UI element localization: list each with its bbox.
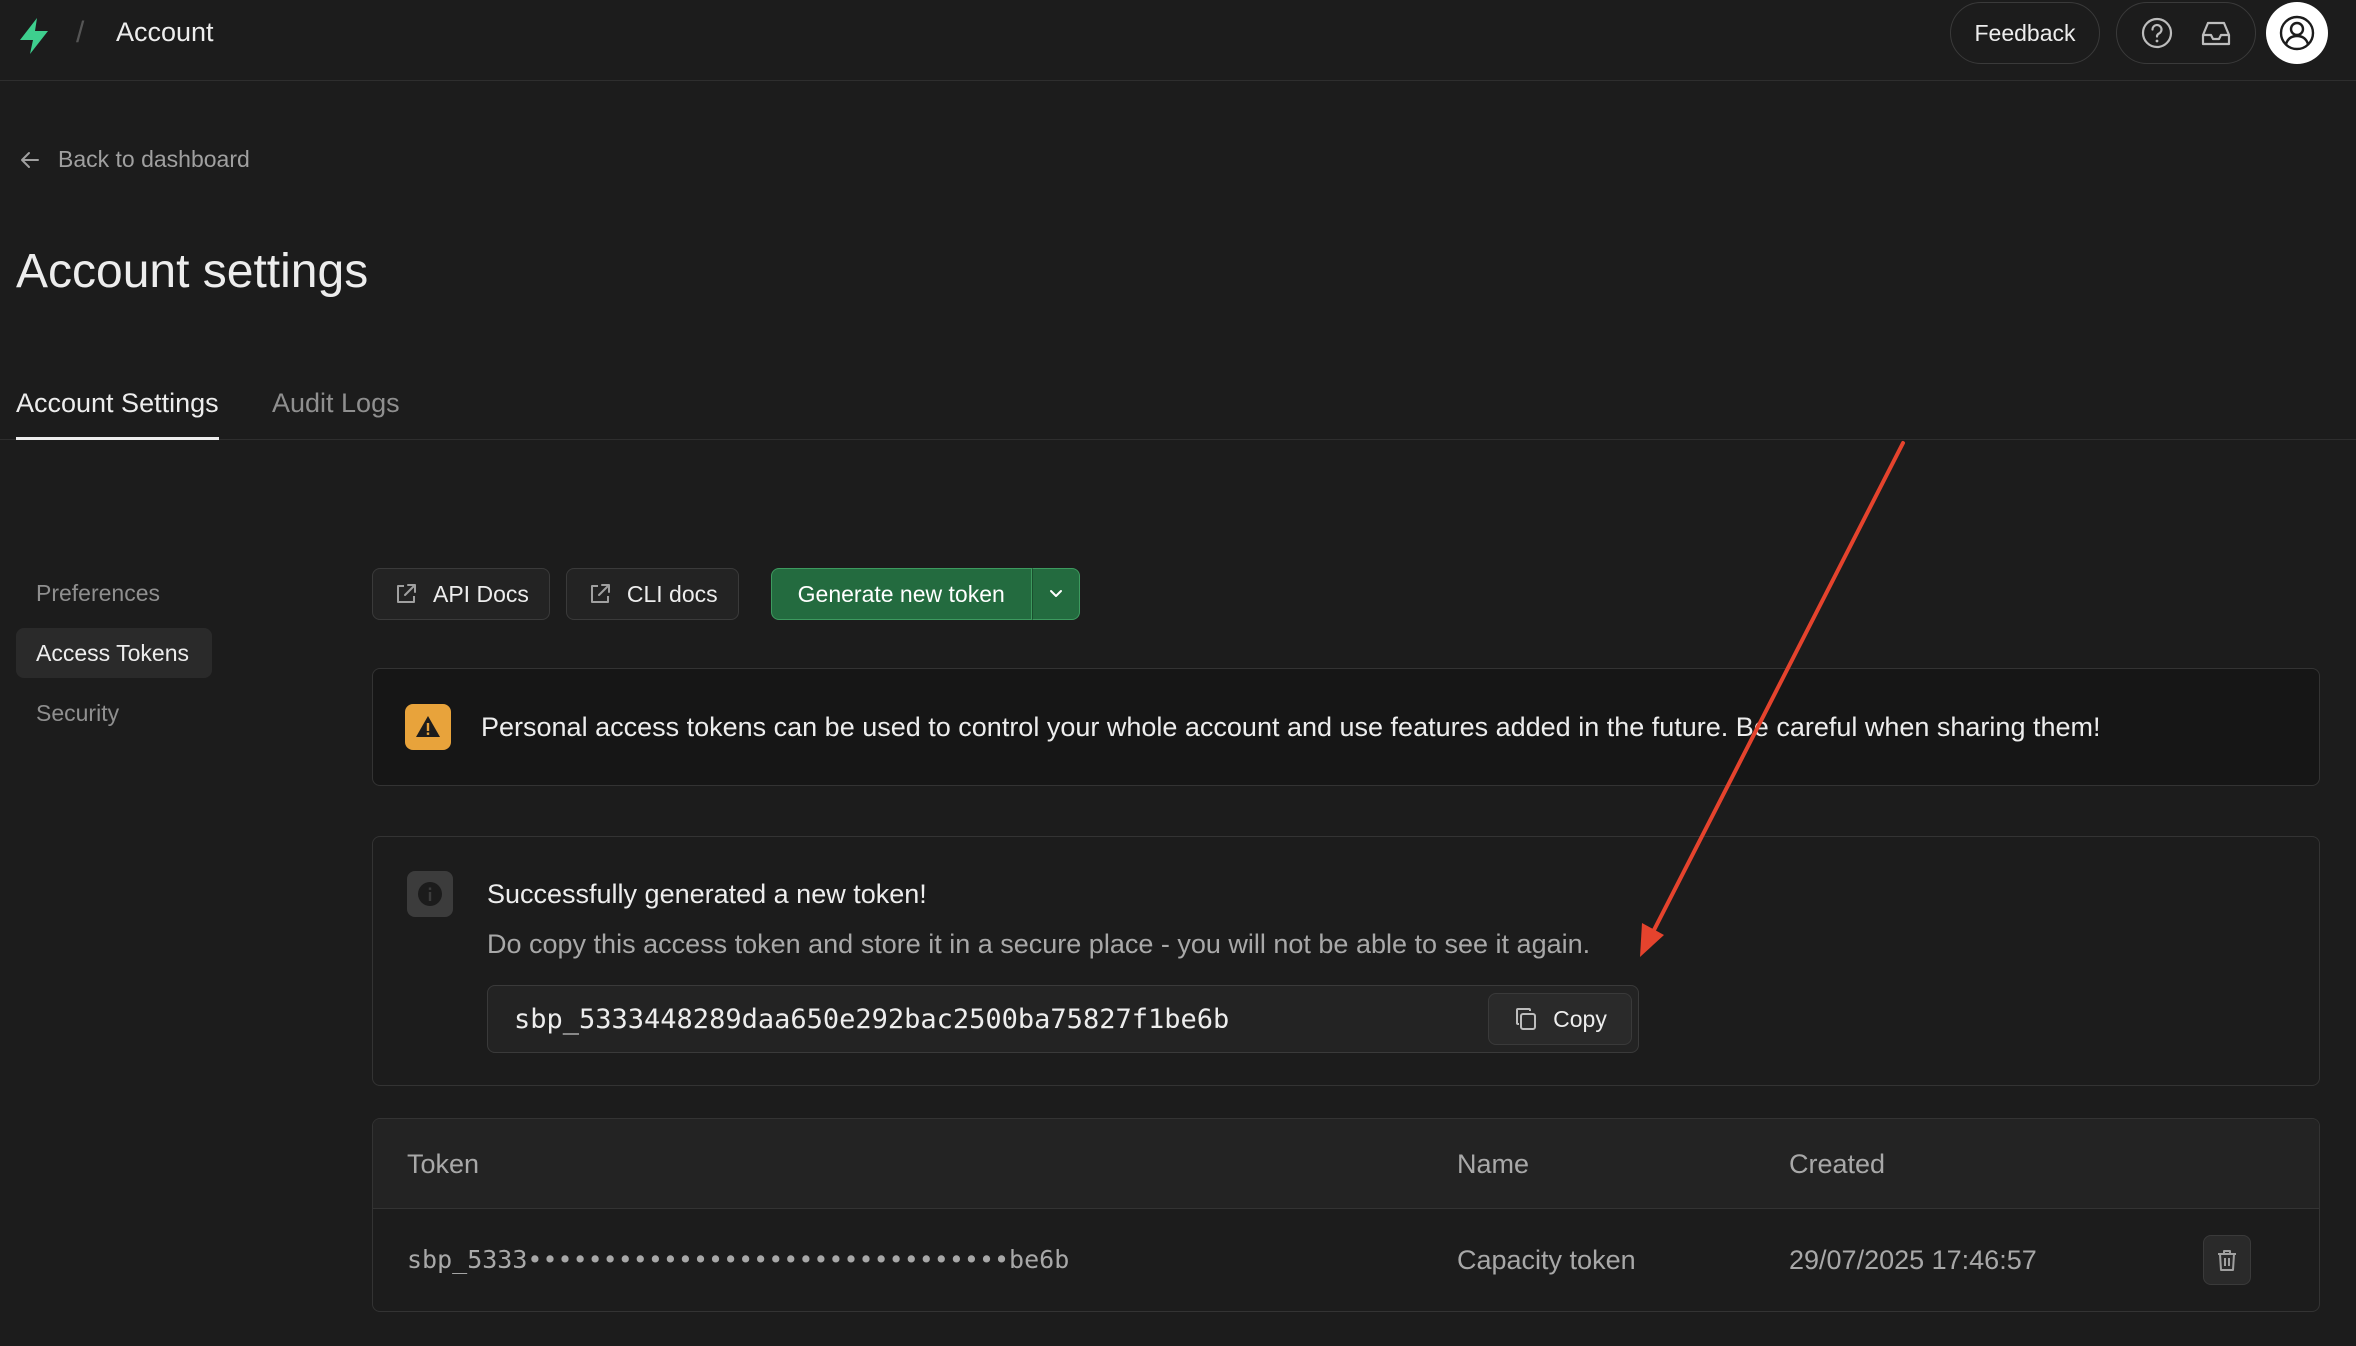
- trash-icon: [2218, 1250, 2236, 1271]
- new-token-field[interactable]: sbp_5333448289daa650e292bac2500ba75827f1…: [487, 985, 1639, 1053]
- copy-token-button[interactable]: Copy: [1488, 993, 1632, 1045]
- success-description: Do copy this access token and store it i…: [487, 929, 1591, 959]
- token-created-alert: Successfully generated a new token! Do c…: [372, 836, 2320, 1086]
- success-title: Successfully generated a new token!: [487, 879, 927, 909]
- delete-token-button[interactable]: [2203, 1235, 2251, 1285]
- sidebar-item-security[interactable]: Security: [16, 688, 212, 738]
- token-cell: sbp_5333••••••••••••••••••••••••••••••••…: [407, 1245, 1070, 1274]
- user-icon: [2279, 15, 2315, 51]
- sidebar-item-access-tokens[interactable]: Access Tokens: [16, 628, 212, 678]
- breadcrumb-separator: /: [76, 16, 85, 49]
- generate-new-token-button[interactable]: Generate new token: [770, 568, 1032, 620]
- sidebar-item-preferences[interactable]: Preferences: [16, 568, 212, 618]
- generate-token-split-button: Generate new token: [770, 568, 1080, 620]
- breadcrumb-title[interactable]: Account: [116, 17, 214, 48]
- tokens-toolbar: API Docs CLI docs Generate new token: [372, 568, 1080, 620]
- info-icon: [407, 871, 453, 917]
- copy-label: Copy: [1553, 1005, 1607, 1032]
- inbox-icon[interactable]: [2191, 8, 2241, 58]
- warning-text: Personal access tokens can be used to co…: [481, 711, 2101, 742]
- copy-icon: [1516, 1008, 1537, 1030]
- column-header-token: Token: [407, 1149, 480, 1179]
- table-header: Token Name Created: [373, 1119, 2319, 1209]
- external-link-icon: [590, 584, 610, 603]
- top-bar: / Account Feedback: [0, 0, 2356, 81]
- back-link-label: Back to dashboard: [58, 146, 250, 172]
- feedback-button[interactable]: Feedback: [1950, 2, 2100, 64]
- chevron-down-icon: [1049, 590, 1062, 597]
- token-warning-alert: Personal access tokens can be used to co…: [372, 668, 2320, 786]
- generate-options-dropdown[interactable]: [1031, 568, 1080, 620]
- page-title: Account settings: [16, 245, 369, 298]
- cli-docs-button[interactable]: CLI docs: [565, 568, 739, 620]
- table-row: sbp_5333••••••••••••••••••••••••••••••••…: [373, 1209, 2319, 1311]
- tab-audit-logs[interactable]: Audit Logs: [272, 388, 400, 437]
- avatar[interactable]: [2266, 2, 2328, 64]
- help-icon[interactable]: [2132, 8, 2182, 58]
- created-cell: 29/07/2025 17:46:57: [1789, 1245, 2037, 1275]
- external-link-icon: [397, 584, 416, 603]
- cli-docs-label: CLI docs: [626, 580, 718, 607]
- bolt-logo-icon[interactable]: [14, 16, 54, 56]
- tab-account-settings[interactable]: Account Settings: [16, 388, 219, 440]
- arrow-left-icon: [21, 151, 39, 168]
- api-docs-button[interactable]: API Docs: [372, 568, 550, 620]
- back-to-dashboard-link[interactable]: Back to dashboard: [18, 146, 250, 173]
- tokens-table: Token Name Created sbp_5333•••••••••••••…: [372, 1118, 2320, 1312]
- new-token-value[interactable]: sbp_5333448289daa650e292bac2500ba75827f1…: [514, 1004, 1229, 1035]
- column-header-name: Name: [1457, 1149, 1530, 1179]
- api-docs-label: API Docs: [433, 580, 529, 607]
- tab-bar: Account Settings Audit Logs: [0, 370, 2356, 440]
- warning-icon: [405, 704, 451, 750]
- settings-sidebar: Preferences Access Tokens Security: [16, 568, 212, 748]
- column-header-created: Created: [1789, 1149, 1886, 1179]
- name-cell: Capacity token: [1457, 1245, 1636, 1275]
- header-icon-group: [2116, 2, 2256, 64]
